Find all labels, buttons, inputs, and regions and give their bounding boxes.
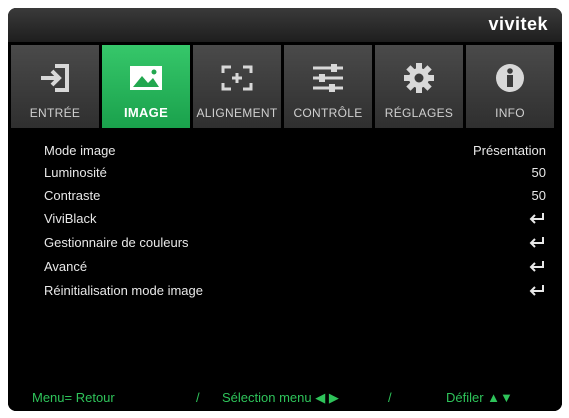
menu-item-viviblack[interactable]: ViviBlack — [44, 208, 546, 228]
menu-item-label: Luminosité — [44, 164, 107, 180]
tab-reglages[interactable]: RÉGLAGES — [375, 45, 463, 128]
menu-item-mode-image[interactable]: Mode image Présentation — [44, 140, 546, 160]
tab-entree[interactable]: ENTRÉE — [11, 45, 99, 128]
tab-alignement[interactable]: ALIGNEMENT — [193, 45, 281, 128]
tab-info[interactable]: INFO — [466, 45, 554, 128]
menu-item-label: Contraste — [44, 187, 101, 203]
gear-icon — [401, 61, 437, 95]
tab-label: RÉGLAGES — [384, 106, 454, 120]
tab-label: ALIGNEMENT — [196, 106, 278, 120]
menu-item-label: Réinitialisation mode image — [44, 282, 203, 298]
menu-item-value: 50 — [531, 187, 546, 203]
menu-item-reinitialisation[interactable]: Réinitialisation mode image — [44, 280, 546, 300]
menu-item-value: 50 — [531, 164, 546, 180]
menu-item-label: Gestionnaire de couleurs — [44, 234, 189, 250]
menu-item-value: Présentation — [473, 142, 546, 158]
sliders-icon — [310, 61, 346, 95]
hint-scroll: Défiler ▲▼ — [446, 390, 513, 405]
tab-label: IMAGE — [123, 105, 169, 120]
enter-icon — [529, 213, 544, 224]
menu-item-luminosite[interactable]: Luminosité 50 — [44, 162, 546, 182]
menu-item-label: ViviBlack — [44, 210, 97, 226]
tab-label: ENTRÉE — [29, 106, 81, 120]
alignment-icon — [219, 61, 255, 95]
enter-icon — [529, 237, 544, 248]
osd-window: vivitek ENTRÉE IMAGE ALIGNEMENT CONTRÔLE… — [8, 8, 562, 411]
hint-select: Sélection menu ◀ ▶ — [222, 390, 339, 405]
menu-item-contraste[interactable]: Contraste 50 — [44, 185, 546, 205]
menu-item-label: Avancé — [44, 258, 88, 274]
title-bar: vivitek — [8, 8, 562, 42]
hint-back: Menu= Retour — [32, 390, 115, 405]
menu-item-avance[interactable]: Avancé — [44, 256, 546, 276]
tab-controle[interactable]: CONTRÔLE — [284, 45, 372, 128]
menu-item-gestionnaire-couleurs[interactable]: Gestionnaire de couleurs — [44, 232, 546, 252]
enter-icon — [529, 285, 544, 296]
input-icon — [37, 61, 73, 95]
info-icon — [492, 61, 528, 95]
tab-bar: ENTRÉE IMAGE ALIGNEMENT CONTRÔLE RÉGLAGE… — [8, 45, 562, 128]
tab-label: CONTRÔLE — [293, 106, 363, 120]
tab-image[interactable]: IMAGE — [102, 45, 190, 128]
brand-logo: vivitek — [488, 14, 548, 34]
footer-hints: Menu= Retour / Sélection menu ◀ ▶ / Défi… — [8, 383, 562, 411]
image-icon — [128, 61, 164, 95]
hint-separator: / — [196, 390, 200, 405]
menu-item-label: Mode image — [44, 142, 116, 158]
tab-label: INFO — [495, 106, 525, 120]
image-menu: Mode image Présentation Luminosité 50 Co… — [8, 130, 562, 392]
hint-separator: / — [388, 390, 392, 405]
enter-icon — [529, 261, 544, 272]
